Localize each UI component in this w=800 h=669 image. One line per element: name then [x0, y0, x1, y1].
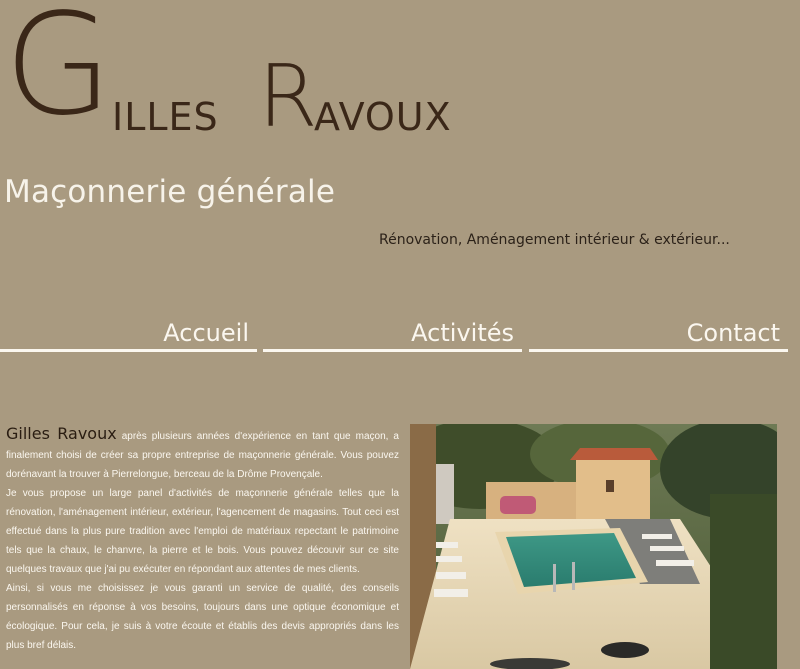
company-name: Gilles Ravoux	[6, 424, 117, 443]
site-tagline: Rénovation, Aménagement intérieur & exté…	[379, 232, 730, 248]
nav-item-contact[interactable]: Contact	[529, 312, 788, 352]
logo-letter-g: G	[4, 0, 112, 147]
intro-paragraph: Gilles Ravoux après plusieurs années d'e…	[6, 424, 399, 484]
nav-item-accueil[interactable]: Accueil	[0, 312, 257, 352]
pool-photo-illustration	[410, 424, 777, 669]
nav-label-accueil[interactable]: Accueil	[163, 319, 249, 347]
quality-paragraph: Ainsi, si vous me choisissez je vous gar…	[6, 583, 399, 651]
site-logo: G ILLES R AVOUX	[4, 0, 451, 140]
main-nav: Accueil Activités Contact	[0, 312, 800, 352]
logo-text-avoux: AVOUX	[314, 95, 452, 139]
logo-letter-r: R	[258, 47, 318, 147]
pool-photo	[410, 424, 777, 669]
intro-text: Gilles Ravoux après plusieurs années d'e…	[6, 424, 399, 655]
nav-label-contact[interactable]: Contact	[687, 319, 780, 347]
site-subtitle: Maçonnerie générale	[4, 174, 336, 210]
services-paragraph: Je vous propose un large panel d'activit…	[6, 488, 399, 575]
logo-text-illes: ILLES	[112, 95, 219, 139]
nav-item-activites[interactable]: Activités	[263, 312, 522, 352]
nav-label-activites[interactable]: Activités	[411, 319, 514, 347]
